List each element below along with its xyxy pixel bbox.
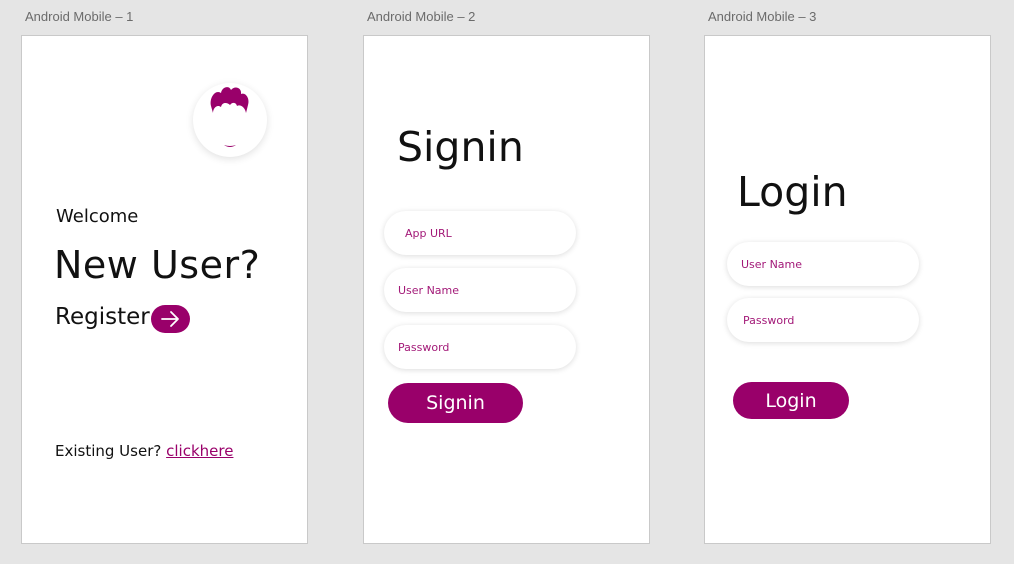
user-name-input[interactable] <box>384 268 576 312</box>
artboard-label-3[interactable]: Android Mobile – 3 <box>708 9 816 24</box>
app-url-input[interactable] <box>384 211 576 255</box>
register-label: Register <box>55 304 150 330</box>
new-user-heading: New User? <box>54 243 261 287</box>
welcome-text: Welcome <box>56 206 139 227</box>
existing-user-line: Existing User? clickhere <box>55 442 233 460</box>
user-avatar-icon <box>210 87 249 147</box>
login-title: Login <box>737 168 848 216</box>
avatar <box>193 83 267 157</box>
artboard-label-2[interactable]: Android Mobile – 2 <box>367 9 475 24</box>
click-here-link[interactable]: clickhere <box>166 442 233 460</box>
existing-user-prefix: Existing User? <box>55 442 167 460</box>
login-button[interactable]: Login <box>733 382 849 419</box>
artboard-login: Login Login <box>704 35 991 544</box>
register-button[interactable] <box>151 305 190 333</box>
artboard-label-1[interactable]: Android Mobile – 1 <box>25 9 133 24</box>
arrow-right-icon <box>161 311 179 327</box>
login-password-input[interactable] <box>727 298 919 342</box>
artboard-welcome: Welcome New User? Register Existing User… <box>21 35 308 544</box>
login-user-name-input[interactable] <box>727 242 919 286</box>
password-input[interactable] <box>384 325 576 369</box>
signin-title: Signin <box>397 123 524 171</box>
signin-button[interactable]: Signin <box>388 383 523 423</box>
artboard-signin: Signin Signin <box>363 35 650 544</box>
